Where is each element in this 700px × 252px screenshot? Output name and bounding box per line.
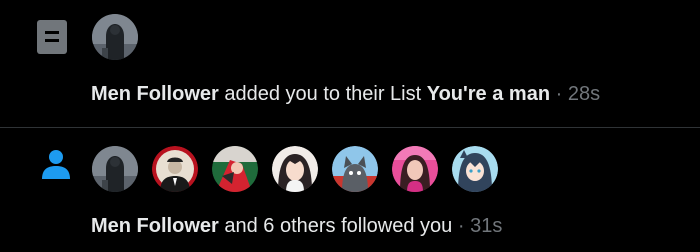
follower-avatar-7[interactable]: [452, 146, 498, 192]
separator-dot: ·: [457, 215, 465, 237]
follower-avatar-3[interactable]: [212, 146, 258, 192]
follower-avatar-4[interactable]: [272, 146, 318, 192]
notification-text: Men Follower and 6 others followed you ·…: [91, 213, 502, 239]
person-icon: [40, 148, 72, 180]
notification-text: Men Follower added you to their List You…: [91, 81, 600, 107]
actor-name[interactable]: Men Follower: [91, 215, 219, 237]
avatar-row: [92, 14, 138, 60]
men-follower-avatar[interactable]: [92, 14, 138, 60]
list-name[interactable]: You're a man: [427, 83, 550, 105]
list-notification[interactable]: Men Follower added you to their List You…: [0, 0, 700, 127]
actor-name[interactable]: Men Follower: [91, 83, 219, 105]
timestamp: 28s: [567, 83, 601, 105]
follower-avatar-2[interactable]: [152, 146, 198, 192]
men-follower-avatar[interactable]: [92, 146, 138, 192]
list-icon: [37, 20, 67, 54]
follower-avatar-5[interactable]: [332, 146, 378, 192]
separator-dot: ·: [555, 83, 563, 105]
avatar-row: [92, 146, 498, 192]
follower-avatar-6[interactable]: [392, 146, 438, 192]
notification-action: and 6 others followed you: [224, 215, 453, 237]
notification-action: added you to their List: [224, 83, 422, 105]
timestamp: 31s: [470, 215, 503, 237]
follow-notification[interactable]: Men Follower and 6 others followed you ·…: [0, 128, 700, 252]
